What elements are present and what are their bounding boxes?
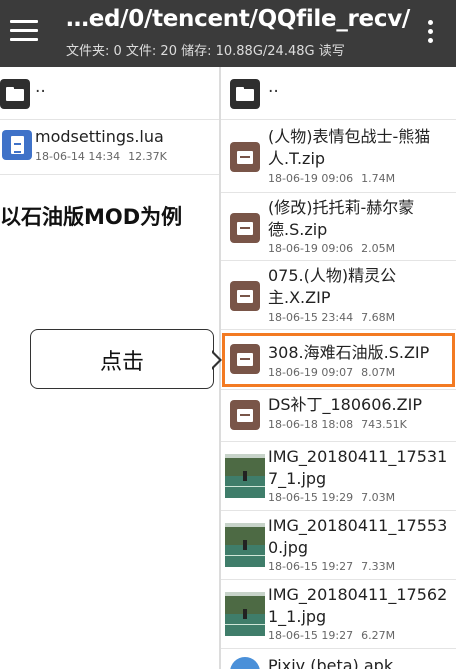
file-size: 12.37K [128, 150, 167, 163]
archive-icon [230, 400, 260, 430]
archive-icon [230, 142, 260, 172]
file-row[interactable]: (修改)托托莉-赫尔蒙 德.S.zip 18-06-19 09:06 2.05M [221, 193, 456, 261]
archive-icon [230, 213, 260, 243]
file-name-line1: (人物)表情包战士-熊猫 [268, 127, 431, 146]
file-name-line1: DS补丁_180606.ZIP [268, 395, 422, 414]
file-date: 18-06-15 23:44 [268, 311, 354, 324]
file-date: 18-06-15 19:27 [268, 560, 354, 573]
file-size: 7.33M [361, 560, 396, 573]
file-row[interactable]: (人物)表情包战士-熊猫 人.T.zip 18-06-19 09:06 1.74M [221, 120, 456, 193]
file-meta: 18-06-19 09:06 1.74M [268, 172, 395, 185]
file-date: 18-06-18 18:08 [268, 418, 354, 431]
file-meta: 18-06-15 19:27 7.33M [268, 560, 395, 573]
file-name-line2: 1_1.jpg [268, 607, 327, 626]
file-name-line1: IMG_20180411_17553 [268, 516, 448, 535]
archive-icon [230, 344, 260, 374]
file-name-line2: 0.jpg [268, 538, 309, 557]
file-meta: 18-06-15 23:44 7.68M [268, 311, 395, 324]
file-date: 18-06-14 14:34 [35, 150, 121, 163]
file-size: 7.68M [361, 311, 396, 324]
parent-folder-label: .. [35, 77, 46, 97]
file-row[interactable]: Pixiv (beta).apk [221, 649, 456, 669]
example-caption: 以石油版MOD为例 [0, 205, 183, 229]
file-row[interactable]: modsettings.lua 18-06-14 14:34 12.37K [0, 120, 220, 175]
menu-icon[interactable] [10, 20, 38, 42]
file-name-line2: 德.S.zip [268, 220, 328, 239]
file-name-line1: IMG_20180411_17562 [268, 585, 448, 604]
file-date: 18-06-19 09:07 [268, 366, 354, 379]
file-size: 743.51K [361, 418, 407, 431]
file-meta: 18-06-18 18:08 743.51K [268, 418, 407, 431]
file-row[interactable]: IMG_20180411_17553 0.jpg 18-06-15 19:27 7… [221, 511, 456, 580]
parent-folder-row[interactable]: .. [221, 67, 456, 120]
file-name-line1: Pixiv (beta).apk [268, 656, 394, 669]
file-date: 18-06-15 19:29 [268, 491, 354, 504]
lua-file-icon [2, 130, 32, 160]
image-thumbnail [225, 523, 265, 567]
file-date: 18-06-19 09:06 [268, 172, 354, 185]
file-meta: 18-06-15 19:29 7.03M [268, 491, 395, 504]
image-thumbnail [225, 454, 265, 498]
file-row-selected[interactable]: 308.海难石油版.S.ZIP 18-06-19 09:07 8.07M [221, 330, 456, 390]
file-meta: 18-06-19 09:07 8.07M [268, 366, 395, 379]
file-name-line2: 主.X.ZIP [268, 288, 331, 307]
file-date: 18-06-15 19:27 [268, 629, 354, 642]
current-path: …ed/0/tencent/QQfile_recv/ [66, 6, 410, 32]
file-meta: 18-06-15 19:27 6.27M [268, 629, 395, 642]
folder-icon [230, 79, 260, 109]
file-row[interactable]: IMG_20180411_17562 1_1.jpg 18-06-15 19:2… [221, 580, 456, 649]
file-name-line1: 308.海难石油版.S.ZIP [268, 343, 430, 362]
parent-folder-row[interactable]: .. [0, 67, 220, 120]
storage-stats: 文件夹: 0 文件: 20 储存: 10.88G/24.48G 读写 [66, 44, 345, 59]
file-size: 8.07M [361, 366, 396, 379]
folder-icon [0, 79, 30, 109]
callout-box: 点击 [30, 329, 214, 389]
file-name-line1: IMG_20180411_17531 [268, 447, 448, 466]
toolbar: …ed/0/tencent/QQfile_recv/ 文件夹: 0 文件: 20… [0, 0, 456, 67]
file-size: 6.27M [361, 629, 396, 642]
image-thumbnail [225, 592, 265, 636]
apk-icon [230, 657, 260, 669]
parent-folder-label: .. [268, 77, 279, 97]
file-name-line2: 人.T.zip [268, 149, 326, 168]
file-name-line1: (修改)托托莉-赫尔蒙 [268, 198, 415, 217]
file-row[interactable]: 075.(人物)精灵公 主.X.ZIP 18-06-15 23:44 7.68M [221, 261, 456, 330]
file-row[interactable]: IMG_20180411_17531 7_1.jpg 18-06-15 19:2… [221, 442, 456, 511]
file-date: 18-06-19 09:06 [268, 242, 354, 255]
archive-icon [230, 281, 260, 311]
file-meta: 18-06-19 09:06 2.05M [268, 242, 395, 255]
callout-text: 点击 [99, 350, 144, 375]
more-options-icon[interactable] [428, 20, 434, 44]
file-size: 1.74M [361, 172, 396, 185]
file-row[interactable]: DS补丁_180606.ZIP 18-06-18 18:08 743.51K [221, 390, 456, 442]
right-file-pane: .. (人物)表情包战士-熊猫 人.T.zip 18-06-19 09:06 1.… [221, 67, 456, 669]
file-size: 2.05M [361, 242, 396, 255]
file-meta: 18-06-14 14:34 12.37K [35, 150, 167, 163]
file-name: modsettings.lua [35, 127, 164, 146]
file-name-line1: 075.(人物)精灵公 [268, 266, 397, 285]
callout-pointer-fill [211, 352, 219, 368]
file-size: 7.03M [361, 491, 396, 504]
file-name-line2: 7_1.jpg [268, 469, 327, 488]
